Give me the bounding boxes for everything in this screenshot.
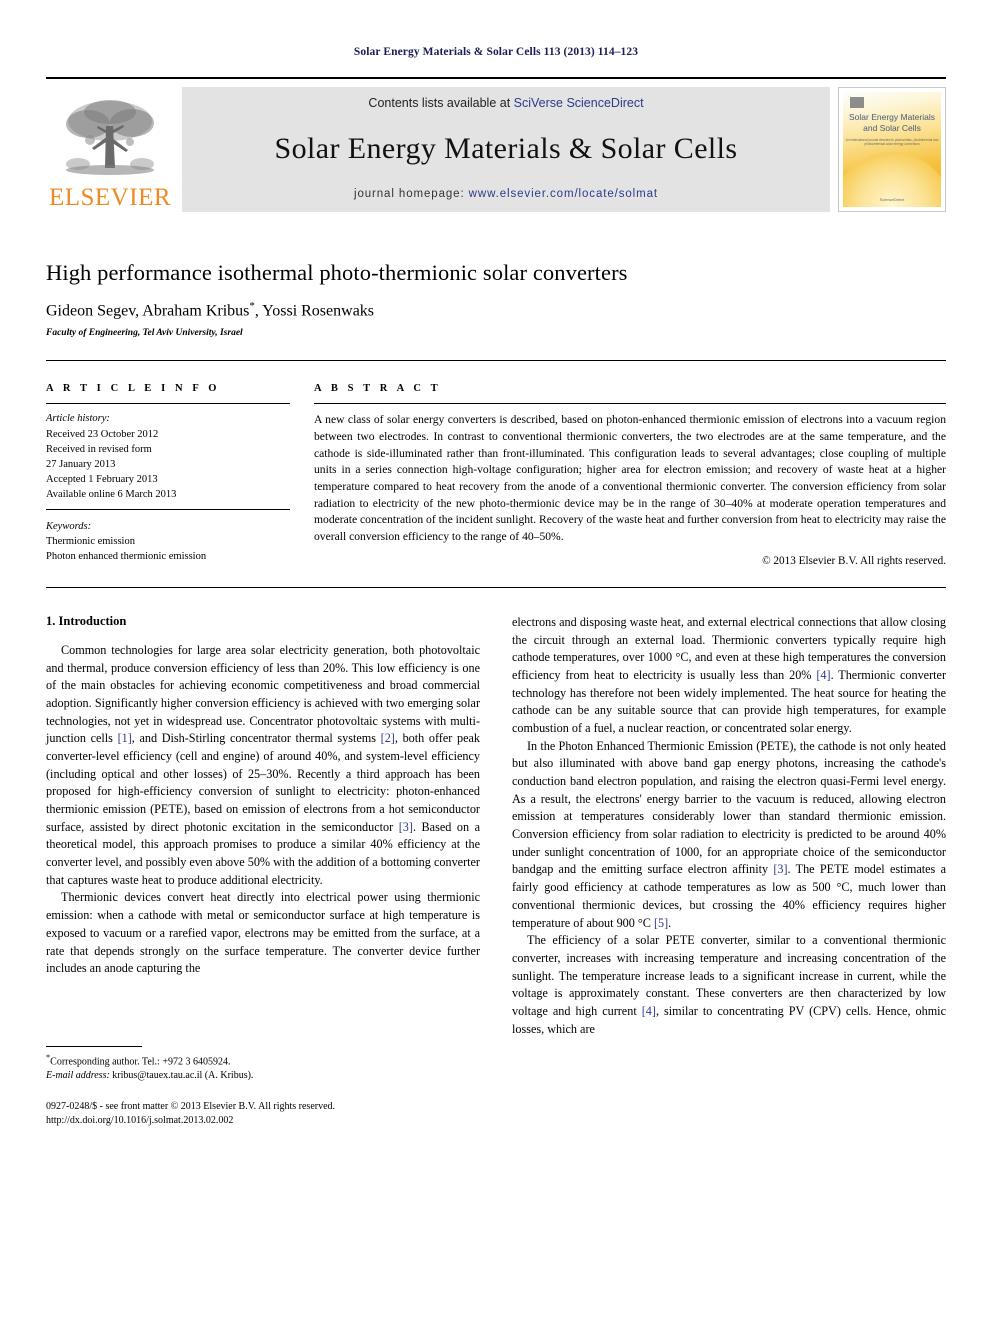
footnote-divider <box>46 1045 142 1047</box>
keyword-item: Photon enhanced thermionic emission <box>46 551 207 563</box>
history-item: Accepted 1 February 2013 <box>46 474 158 486</box>
journal-title: Solar Energy Materials & Solar Cells <box>274 132 738 165</box>
elsevier-tree-icon <box>66 100 154 175</box>
elsevier-wordmark: ELSEVIER <box>48 184 172 211</box>
paragraph: In the Photon Enhanced Thermionic Emissi… <box>512 738 946 930</box>
corresponding-author-note: *Corresponding author. Tel.: +972 3 6405… <box>46 1052 480 1083</box>
citation-link[interactable]: [3] <box>399 820 413 834</box>
history-item: Received 23 October 2012 <box>46 428 159 440</box>
citation-link[interactable]: [5] <box>654 916 668 930</box>
journal-homepage-link[interactable]: www.elsevier.com/locate/solmat <box>469 188 658 200</box>
corresponding-author-text: Corresponding author. Tel.: +972 3 64059… <box>50 1056 231 1068</box>
paragraph: Thermionic devices convert heat directly… <box>46 890 480 976</box>
homepage-prefix: journal homepage: <box>353 188 469 200</box>
author-list: Gideon Segev, Abraham Kribus*, Yossi Ros… <box>46 300 946 320</box>
abstract-copyright: © 2013 Elsevier B.V. All rights reserved… <box>762 554 946 567</box>
doi-link[interactable]: http://dx.doi.org/10.1016/j.solmat.2013.… <box>46 1114 480 1128</box>
cover-title: Solar Energy Materials and Solar Cells <box>843 112 941 133</box>
keywords-block: Keywords: Thermionic emission Photon enh… <box>46 510 290 565</box>
authors-head: Gideon Segev, Abraham Kribus <box>46 302 250 320</box>
email-label: E-mail address: <box>46 1070 110 1082</box>
paragraph: The efficiency of a solar PETE converter… <box>512 933 946 1036</box>
elsevier-logo: ELSEVIER <box>46 87 174 212</box>
body-columns: 1. Introduction Common technologies for … <box>46 614 946 1128</box>
authors-tail: , Yossi Rosenwaks <box>254 302 375 320</box>
cover-title-line2: and Solar Cells <box>863 122 921 133</box>
cover-title-line1: Solar Energy Materials <box>849 112 935 122</box>
title-block: High performance isothermal photo-thermi… <box>46 260 946 338</box>
email-address[interactable]: kribus@tauex.tau.ac.il (A. Kribus). <box>110 1070 253 1081</box>
sciencedirect-link[interactable]: SciVerse ScienceDirect <box>514 96 644 110</box>
contents-list-line: Contents lists available at SciVerse Sci… <box>368 96 643 110</box>
body-left-column: 1. Introduction Common technologies for … <box>46 614 480 1128</box>
article-title: High performance isothermal photo-thermi… <box>46 260 628 285</box>
abstract-label: A B S T R A C T <box>314 383 442 395</box>
journal-masthead: ELSEVIER Contents lists available at Sci… <box>46 77 946 212</box>
abstract-divider <box>46 586 946 588</box>
article-history: Article history: Received 23 October 201… <box>46 404 290 510</box>
citation-link[interactable]: [3] <box>773 862 787 876</box>
article-page: Solar Energy Materials & Solar Cells 113… <box>0 0 992 1323</box>
journal-homepage-line: journal homepage: www.elsevier.com/locat… <box>354 188 658 200</box>
cover-subtitle: An international journal devoted to phot… <box>845 138 939 146</box>
article-info-column: A R T I C L E I N F O Article history: R… <box>46 383 314 567</box>
journal-cover-thumbnail[interactable]: Solar Energy Materials and Solar Cells A… <box>838 87 946 212</box>
cover-art: Solar Energy Materials and Solar Cells A… <box>843 92 941 207</box>
citation-link[interactable]: [4] <box>816 668 830 682</box>
history-item: Received in revised form <box>46 443 152 455</box>
imprint-block: 0927-0248/$ - see front matter © 2013 El… <box>46 1100 480 1128</box>
citation-link[interactable]: [2] <box>381 731 395 745</box>
cover-footer: ScienceDirect <box>879 197 905 202</box>
keywords-header: Keywords: <box>46 520 92 532</box>
header-divider <box>46 360 946 362</box>
keyword-item: Thermionic emission <box>46 535 135 547</box>
citation-link[interactable]: [4] <box>642 1004 656 1018</box>
running-head: Solar Energy Materials & Solar Cells 113… <box>353 46 639 58</box>
article-info-label: A R T I C L E I N F O <box>46 383 221 395</box>
affiliation: Faculty of Engineering, Tel Aviv Univers… <box>46 328 243 339</box>
abstract-column: A B S T R A C T A new class of solar ene… <box>314 383 946 567</box>
info-abstract-section: A R T I C L E I N F O Article history: R… <box>46 383 946 567</box>
paragraph: electrons and disposing waste heat, and … <box>512 614 946 735</box>
body-right-column: electrons and disposing waste heat, and … <box>512 614 946 1128</box>
abstract-text: A new class of solar energy converters i… <box>314 413 946 544</box>
history-item: 27 January 2013 <box>46 458 116 470</box>
cover-publisher-logo-icon <box>850 97 864 108</box>
section-heading-introduction: 1. Introduction <box>46 613 127 628</box>
footnote-zone: *Corresponding author. Tel.: +972 3 6405… <box>46 1045 480 1128</box>
imprint-issn-line: 0927-0248/$ - see front matter © 2013 El… <box>46 1100 336 1112</box>
journal-band: Contents lists available at SciVerse Sci… <box>182 87 830 212</box>
citation-link[interactable]: [1] <box>118 731 132 745</box>
history-item: Available online 6 March 2013 <box>46 489 177 501</box>
paragraph: Common technologies for large area solar… <box>46 642 480 887</box>
contents-prefix: Contents lists available at <box>368 96 514 110</box>
article-history-header: Article history: <box>46 413 110 425</box>
